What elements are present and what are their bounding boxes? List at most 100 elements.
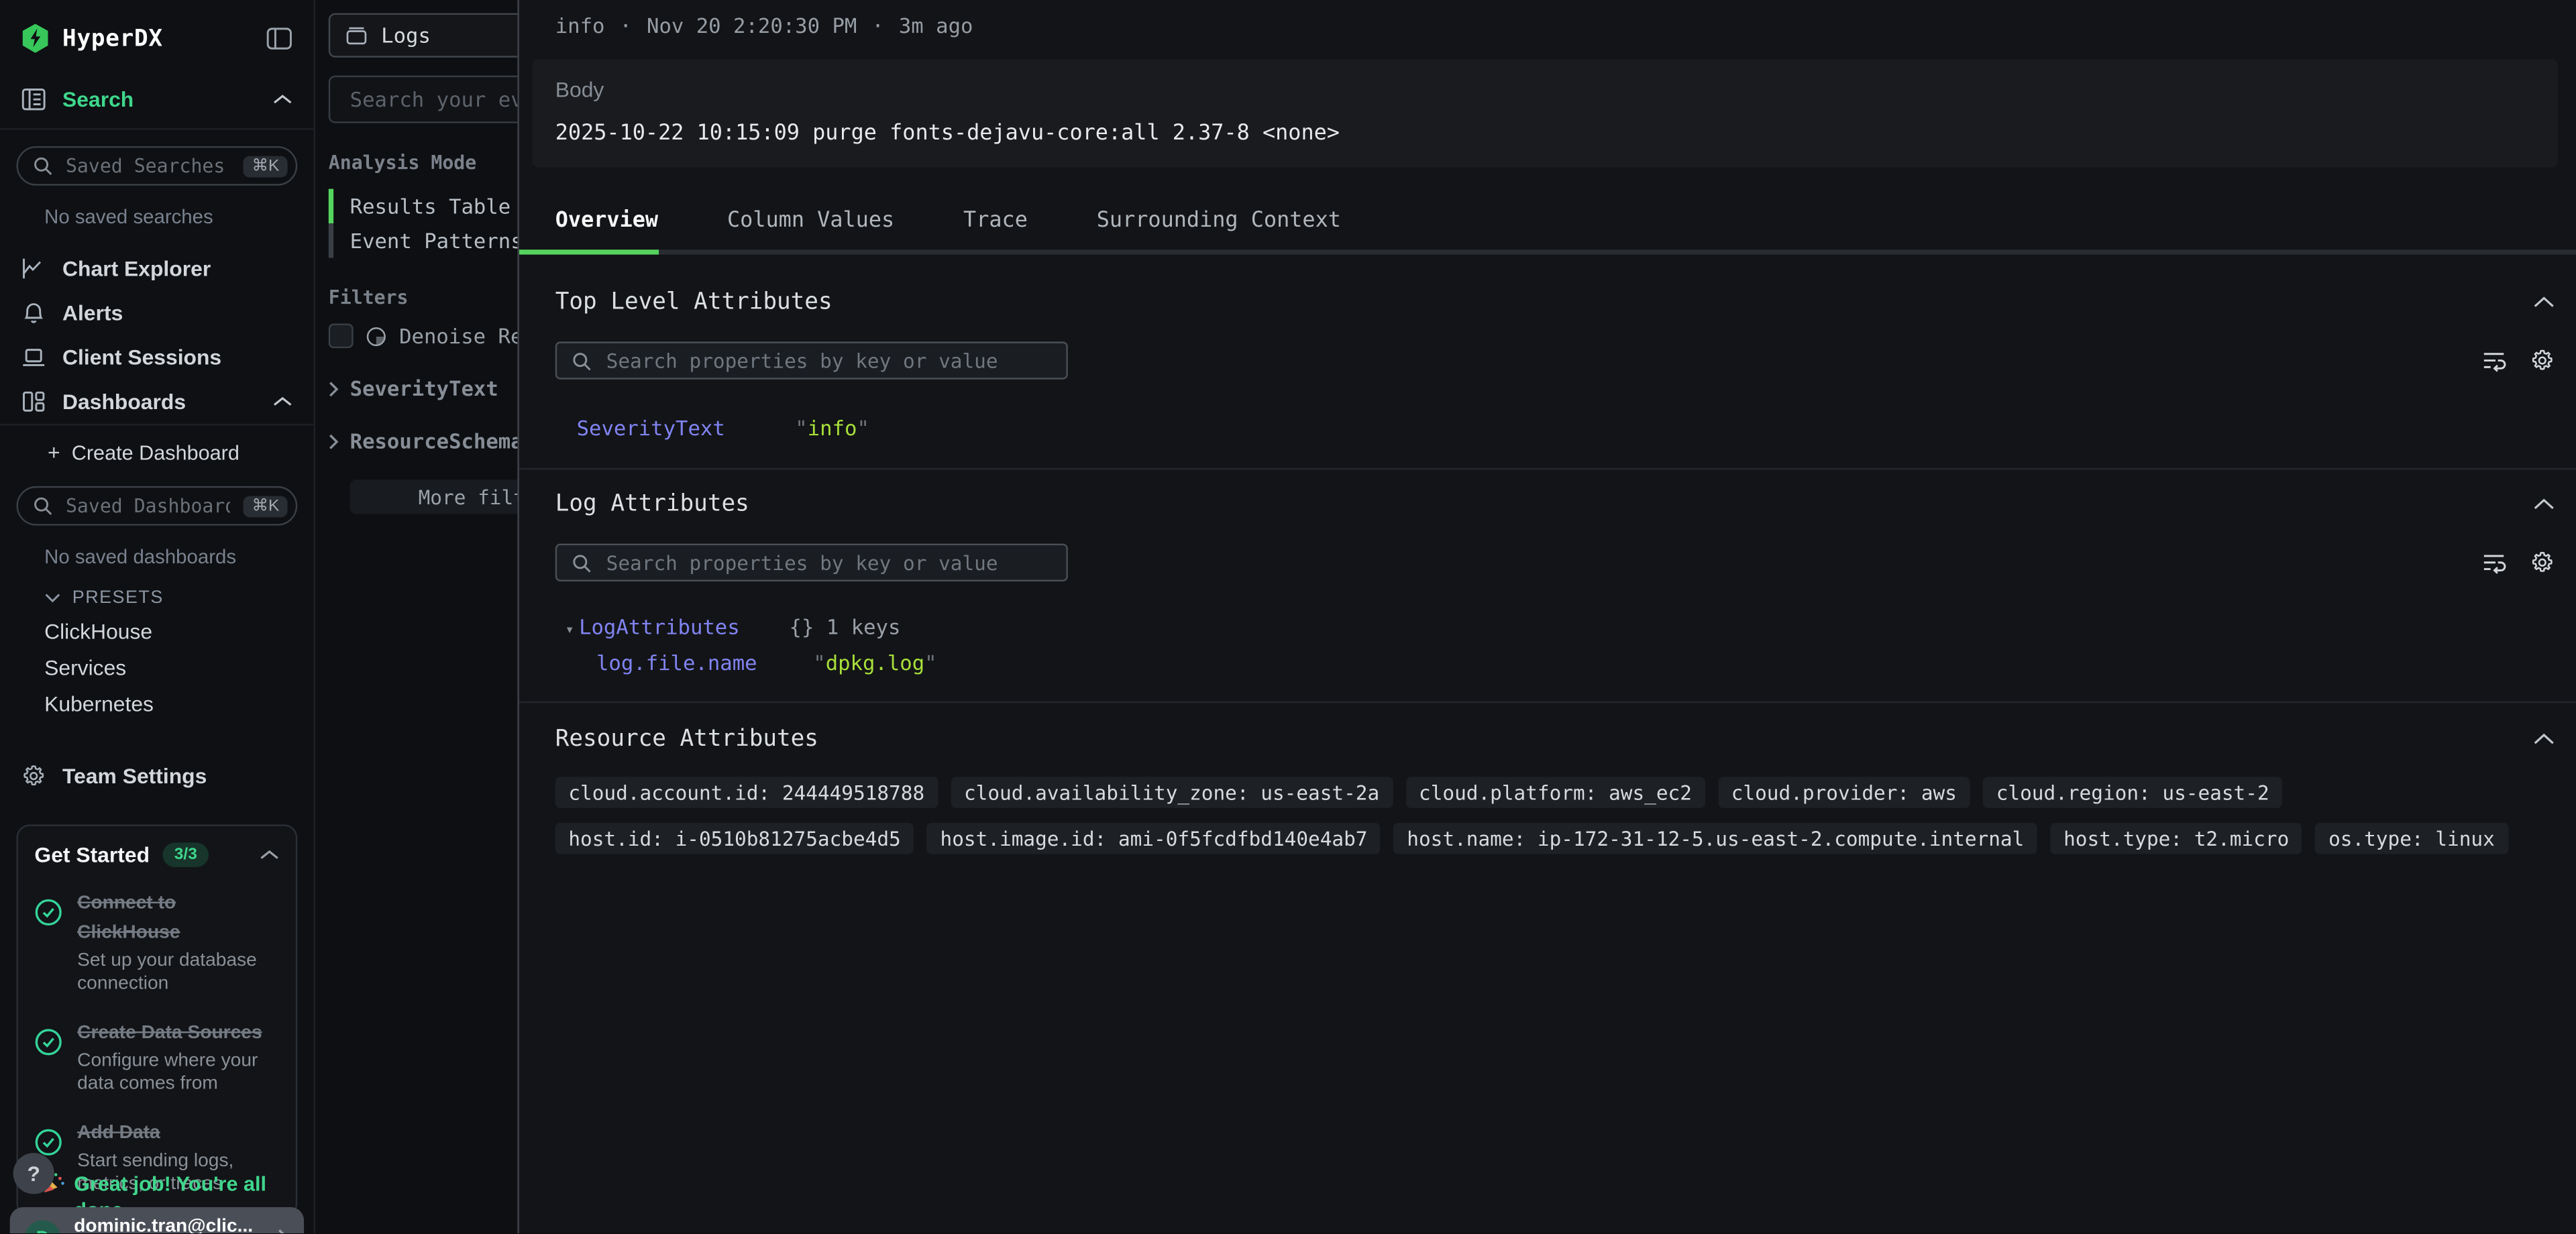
dot-separator: · [620,13,632,38]
filter-group-label: ResourceSchemaUrl [350,429,518,453]
resource-pill[interactable]: host.id: i-0510b81275acbe4d5 [555,823,914,854]
get-started-step[interactable]: Create Data Sources Configure where your… [34,1016,279,1096]
settings-gear-icon[interactable] [2530,348,2555,373]
event-search-input[interactable] [347,85,518,113]
denoise-label: Denoise Results [399,323,517,348]
saved-dashboards-input[interactable]: ⌘K [16,486,297,526]
tab-trace[interactable]: Trace [963,209,1028,233]
collapse-section-icon[interactable] [2533,498,2555,511]
get-started-card: Get Started 3/3 Connect to ClickHouse Se… [16,824,297,1217]
resource-pill[interactable]: cloud.provider: aws [1718,777,1970,808]
hyperdx-logo-icon [21,23,50,54]
chart-icon [21,256,46,281]
sidebar-item-label: Search [62,87,133,112]
resource-pill[interactable]: cloud.availability_zone: us-east-2a [951,777,1392,808]
settings-gear-icon[interactable] [2530,550,2555,575]
chevron-down-icon [44,593,60,603]
analysis-mode-label: Analysis Mode [329,151,518,174]
gear-icon [21,764,46,789]
attribute-key[interactable]: SeverityText [577,416,796,441]
saved-searches-field[interactable] [62,153,233,179]
section-resource-attributes: Resource Attributes cloud.account.id: 24… [555,726,2555,854]
section-divider [519,702,2576,703]
section-title: Top Level Attributes [555,289,833,315]
property-search-input[interactable] [603,549,1052,575]
sidebar-item-team-settings[interactable]: Team Settings [0,754,314,798]
source-select[interactable]: Logs [329,13,518,58]
resource-pill[interactable]: os.type: linux [2315,823,2508,854]
search-icon [33,156,52,176]
relative-time: 3m ago [899,13,973,38]
resource-pill[interactable]: host.image.id: ami-0f5fcdfbd140e4ab7 [927,823,1381,854]
resource-pill[interactable]: cloud.account.id: 244449518788 [555,777,938,808]
mode-results-table[interactable]: Results Table [329,189,518,223]
collapse-section-icon[interactable] [2533,732,2555,746]
collapse-section-icon[interactable] [2533,296,2555,309]
sidebar-item-label: Chart Explorer [62,256,211,281]
attribute-value[interactable]: "info" [795,416,869,441]
filter-group-resourceschemaurl[interactable]: ResourceSchemaUrl [329,429,518,453]
attribute-key[interactable]: LogAttributes [579,614,789,639]
attribute-key[interactable]: log.file.name [596,651,813,675]
filter-group-label: SeverityText [350,376,498,401]
preset-services[interactable]: Services [0,649,314,685]
bell-icon [21,300,46,325]
sidebar-nav: Chart Explorer Alerts Client Sessions Da… [0,246,314,423]
logs-source-icon [345,25,368,46]
sidebar-item-dashboards[interactable]: Dashboards [0,380,314,424]
denoise-icon [365,325,388,347]
presets-toggle[interactable]: PRESETS [0,571,314,612]
sidebar-item-alerts[interactable]: Alerts [0,290,314,335]
tab-bar: Overview Column Values Trace Surrounding… [519,209,2576,233]
app-root: HyperDX Search ⌘K No saved searches [0,0,2576,1234]
preset-clickhouse[interactable]: ClickHouse [0,612,314,649]
wrap-lines-icon[interactable] [2482,349,2507,372]
log-attributes-root[interactable]: ▾ LogAttributes {} 1 keys [565,614,2555,639]
property-search-box[interactable] [555,544,1068,581]
search-icon [33,496,52,516]
tab-column-values[interactable]: Column Values [727,209,894,233]
mode-event-patterns[interactable]: Event Patterns [329,223,518,258]
attribute-row: SeverityText "info" [577,416,2555,441]
create-dashboard-button[interactable]: + Create Dashboard [0,425,314,469]
sidebar-item-search[interactable]: Search [0,76,314,128]
preset-kubernetes[interactable]: Kubernetes [0,685,314,721]
body-card: Body 2025-10-22 10:15:09 purge fonts-dej… [532,59,2558,168]
tab-overview[interactable]: Overview [555,209,658,233]
step-title: Add Data [77,1123,160,1142]
expanded-caret-icon: ▾ [565,622,574,638]
resource-pill[interactable]: cloud.platform: aws_ec2 [1405,777,1705,808]
source-select-value: Logs [381,23,431,48]
dashboard-grid-icon [21,389,46,414]
get-started-step[interactable]: Connect to ClickHouse Set up your databa… [34,887,279,996]
denoise-checkbox[interactable] [329,323,354,348]
resource-pill[interactable]: host.type: t2.micro [2051,823,2302,854]
resource-pill-list: cloud.account.id: 244449518788 cloud.ava… [555,777,2555,854]
sidebar-item-chart-explorer[interactable]: Chart Explorer [0,246,314,290]
cmd-k-shortcut: ⌘K [244,495,287,516]
event-timestamp: Nov 20 2:20:30 PM [647,13,857,38]
event-search-box[interactable] [329,76,518,123]
resource-pill[interactable]: host.name: ip-172-31-12-5.us-east-2.comp… [1394,823,2037,854]
sidebar-collapse-icon[interactable] [266,26,292,51]
section-divider [519,468,2576,469]
property-search-input[interactable] [603,347,1052,374]
chevron-up-icon [260,849,279,860]
saved-dashboards-field[interactable] [62,493,233,519]
denoise-results-toggle[interactable]: Denoise Results [329,323,518,348]
tab-surrounding-context[interactable]: Surrounding Context [1097,209,1341,233]
attribute-value[interactable]: "dpkg.log" [813,651,936,675]
saved-searches-input[interactable]: ⌘K [16,146,297,186]
property-search-box[interactable] [555,341,1068,379]
avatar: D [25,1220,61,1234]
user-menu[interactable]: D dominic.tran@clic... dominic.tran@clic… [10,1208,304,1234]
create-dashboard-label: Create Dashboard [72,441,239,464]
brand-name: HyperDX [62,25,163,52]
filter-group-severitytext[interactable]: SeverityText [329,376,518,401]
get-started-header[interactable]: Get Started 3/3 [34,842,279,867]
more-filters-button[interactable]: More filters [350,480,518,514]
wrap-lines-icon[interactable] [2482,551,2507,574]
sidebar-item-client-sessions[interactable]: Client Sessions [0,335,314,380]
resource-pill[interactable]: cloud.region: us-east-2 [1983,777,2282,808]
laptop-icon [21,345,46,370]
